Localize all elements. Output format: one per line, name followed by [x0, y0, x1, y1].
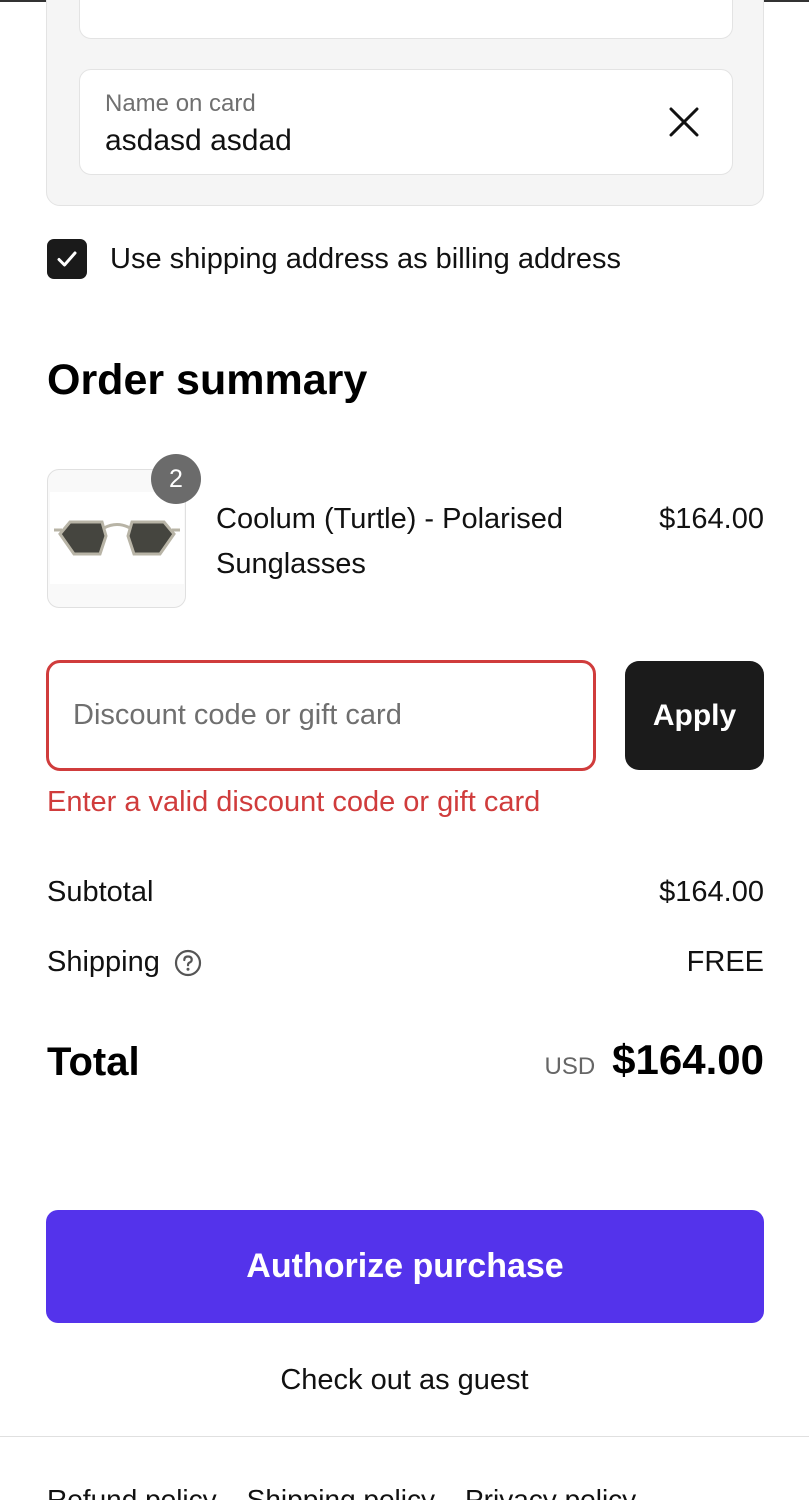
subtotal-value: $164.00: [659, 876, 764, 908]
footer-links: Refund policy Shipping policy Privacy po…: [47, 1484, 636, 1500]
shipping-policy-link[interactable]: Shipping policy: [247, 1484, 435, 1500]
discount-error-message: Enter a valid discount code or gift card: [47, 786, 541, 818]
order-summary-title: Order summary: [47, 356, 368, 404]
name-on-card-label: Name on card: [105, 90, 256, 117]
total-label: Total: [47, 1040, 140, 1084]
shipping-value: FREE: [686, 946, 764, 978]
total-amount-group: USD $164.00: [545, 1036, 765, 1084]
product-image: 2: [47, 454, 201, 608]
payment-card-panel: Name on card asdasd asdad: [46, 0, 764, 206]
name-on-card-field[interactable]: Name on card asdasd asdad: [79, 69, 733, 175]
checkout-as-guest-link[interactable]: Check out as guest: [0, 1364, 809, 1397]
billing-address-option[interactable]: Use shipping address as billing address: [47, 238, 621, 280]
clear-icon[interactable]: [664, 102, 704, 142]
footer-divider: [0, 1436, 809, 1437]
quantity-badge: 2: [151, 454, 201, 504]
authorize-purchase-button[interactable]: Authorize purchase: [46, 1210, 764, 1323]
billing-checkbox-label: Use shipping address as billing address: [110, 242, 622, 275]
apply-discount-button[interactable]: Apply: [625, 661, 764, 770]
privacy-policy-link[interactable]: Privacy policy: [465, 1484, 636, 1500]
help-icon[interactable]: [174, 949, 202, 977]
subtotal-label: Subtotal: [47, 876, 154, 908]
billing-checkbox[interactable]: [47, 239, 87, 279]
refund-policy-link[interactable]: Refund policy: [47, 1484, 217, 1500]
checkmark-icon: [57, 251, 77, 267]
name-on-card-value[interactable]: asdasd asdad: [105, 124, 292, 158]
total-amount: $164.00: [612, 1036, 764, 1083]
product-name: Coolum (Turtle) - Polarised Sunglasses: [216, 503, 564, 580]
discount-code-input[interactable]: [46, 660, 596, 771]
card-field-above[interactable]: [79, 0, 733, 39]
shipping-row: Shipping: [47, 946, 202, 979]
total-currency: USD: [544, 1053, 596, 1080]
sunglasses-icon: [54, 520, 180, 556]
product-price: $164.00: [659, 503, 764, 535]
shipping-label: Shipping: [47, 946, 160, 978]
